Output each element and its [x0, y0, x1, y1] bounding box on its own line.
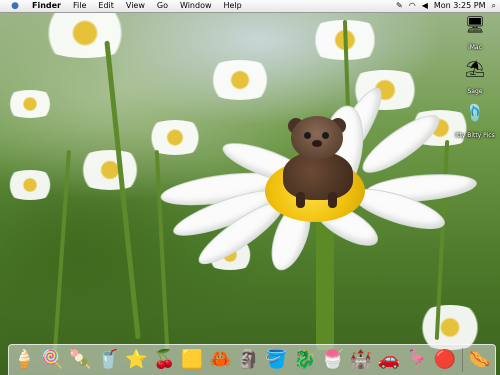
starfish-icon[interactable]: ⭐: [125, 347, 147, 373]
menu-window[interactable]: Window: [174, 0, 218, 12]
dog-eye: [304, 132, 311, 139]
sand-bucket-icon[interactable]: 🪣: [265, 347, 287, 373]
chihuahua: [278, 112, 358, 212]
volume-icon[interactable]: ◀: [422, 0, 428, 12]
lemonade-icon[interactable]: 🥤: [97, 347, 119, 373]
apple-menu-icon[interactable]: ●: [4, 0, 26, 12]
hot-dog-icon[interactable]: 🌭: [469, 347, 491, 373]
desktop-icon-sage[interactable]: ⛱ Sage: [452, 60, 498, 97]
dog-leg: [296, 192, 305, 208]
hard-drive-icon: 🖥: [464, 15, 486, 34]
flip-flops-icon: 🩴: [465, 103, 485, 122]
dock-separator: [461, 348, 463, 372]
menu-view[interactable]: View: [120, 0, 151, 12]
dog-head: [291, 116, 343, 160]
seahorse-icon[interactable]: 🐉: [293, 347, 315, 373]
background-stem: [104, 40, 141, 340]
red-popsicle-icon[interactable]: 🍧: [322, 347, 344, 373]
beach-ball-icon[interactable]: 🔴: [434, 347, 456, 373]
background-daisy: [30, 8, 140, 58]
crab-character-icon[interactable]: 🦀: [209, 347, 231, 373]
background-daisy: [200, 60, 280, 100]
menu-bar: ● Finder File Edit View Go Window Help ✎…: [0, 0, 500, 13]
popsicle-icon[interactable]: 🍭: [41, 347, 63, 373]
flamingo-icon[interactable]: 🦩: [406, 347, 428, 373]
menu-edit[interactable]: Edit: [92, 0, 120, 12]
desktop-icon-label: Itty Bitty Pics: [455, 132, 495, 139]
menu-go[interactable]: Go: [151, 0, 174, 12]
background-daisy: [0, 170, 60, 200]
cherries-icon[interactable]: 🍒: [153, 347, 175, 373]
script-menu-icon[interactable]: ✎: [396, 0, 403, 12]
blue-popsicle-icon[interactable]: 🍡: [69, 347, 91, 373]
background-daisy: [0, 90, 60, 118]
tiki-figure-icon[interactable]: 🗿: [237, 347, 259, 373]
dog-nose: [312, 140, 322, 147]
dog-leg: [328, 192, 337, 208]
desktop-icon-label: iMac: [468, 44, 482, 51]
dog-eye: [322, 132, 329, 139]
sponge-character-icon[interactable]: 🟨: [181, 347, 203, 373]
dock: 🍦 🍭 🍡 🥤 ⭐ 🍒 🟨 🦀 🗿 🪣 🐉 🍧 🏰 🚗 🦩 🔴 🌭: [8, 344, 496, 375]
ice-cream-cone-icon[interactable]: 🍦: [13, 347, 35, 373]
background-daisy: [70, 150, 150, 190]
beach-umbrella-icon: ⛱: [464, 59, 486, 78]
menu-finder[interactable]: Finder: [26, 0, 67, 12]
spotlight-icon[interactable]: ⌕: [492, 0, 496, 12]
menu-file[interactable]: File: [67, 0, 92, 12]
sandcastle-icon[interactable]: 🏰: [350, 347, 372, 373]
toy-car-icon[interactable]: 🚗: [378, 347, 400, 373]
desktop-icon-label: Sage: [467, 88, 483, 95]
desktop-icon-itty-bitty-pics[interactable]: 🩴 Itty Bitty Pics: [452, 104, 498, 141]
desktop-icon-imac[interactable]: 🖥 iMac: [452, 16, 498, 53]
menu-help[interactable]: Help: [218, 0, 248, 12]
clock[interactable]: Mon 3:25 PM: [434, 0, 486, 12]
desktop-wallpaper: [0, 0, 500, 375]
wifi-icon[interactable]: ◠: [409, 0, 416, 12]
